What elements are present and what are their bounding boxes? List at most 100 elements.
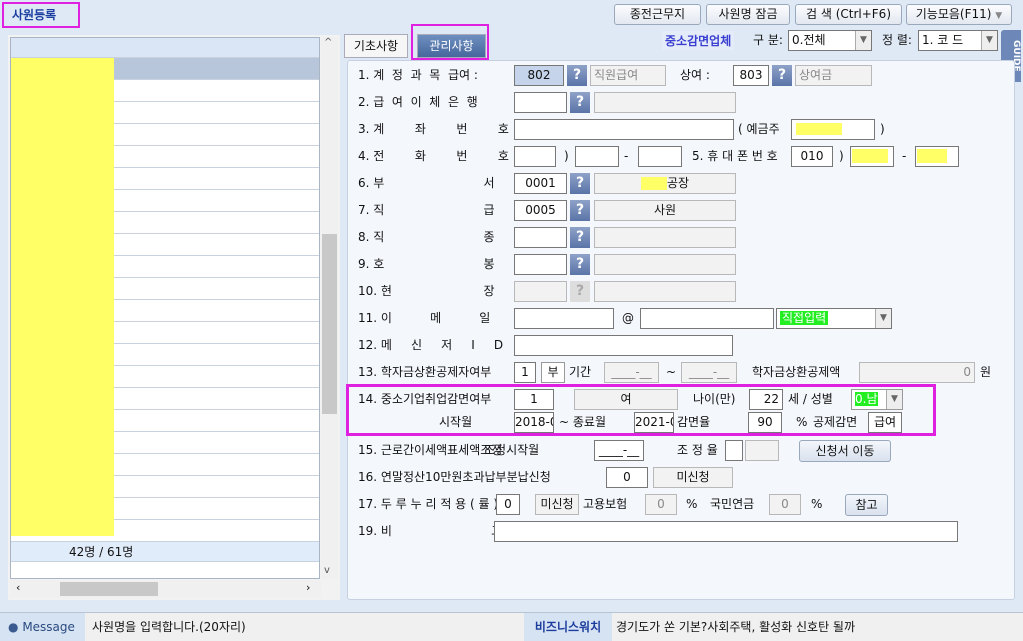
site-label: 10. 현 장 xyxy=(358,284,495,298)
reduction-rate-input[interactable]: 90 xyxy=(748,412,782,433)
scroll-up-icon[interactable]: ^ xyxy=(324,37,332,48)
age-label: 나이(만) xyxy=(693,392,736,406)
deduction-input[interactable]: 급여 xyxy=(868,412,902,433)
employment-insurance-input[interactable]: 0 xyxy=(645,494,677,515)
sort-value: 1. 코 드 xyxy=(922,33,964,47)
lock-name-button[interactable]: 사원명 잠금 xyxy=(706,4,790,25)
move-application-button[interactable]: 신청서 이동 xyxy=(799,440,891,462)
horizontal-scrollbar[interactable]: ‹ › xyxy=(10,580,321,598)
management-form xyxy=(347,60,1015,600)
adjust-start-input[interactable]: ____-__ xyxy=(594,440,644,461)
grid-header xyxy=(11,38,319,58)
status-bar: ● Message 사원명을 입력합니다.(20자리) 비즈니스워치 경기도가 … xyxy=(0,612,1023,641)
gubun-value: 0.전체 xyxy=(792,33,826,47)
step-input[interactable] xyxy=(514,254,567,275)
email-user-input[interactable] xyxy=(514,308,614,329)
email-label: 11. 이 메 일 xyxy=(358,311,491,325)
start-month-input[interactable]: 2018-07 xyxy=(514,412,554,433)
start-month-label: 시작월 xyxy=(439,415,473,429)
remarks-label: 19. 비 고 xyxy=(358,524,503,538)
help-icon[interactable]: ? xyxy=(570,92,590,113)
employee-list-panel: 42명 / 61명 ^ v ‹ › xyxy=(8,35,340,600)
help-icon[interactable]: ? xyxy=(570,200,590,221)
messenger-input[interactable] xyxy=(514,335,733,356)
redacted xyxy=(640,177,667,190)
pension-input[interactable]: 0 xyxy=(769,494,801,515)
chevron-down-icon[interactable]: ▼ xyxy=(981,31,997,50)
tab-management[interactable]: 관리사항 xyxy=(417,34,486,58)
sex-select[interactable]: 0.남 ▼ xyxy=(851,389,903,410)
bank-name xyxy=(594,92,736,113)
bonus-label: 상여 : xyxy=(680,68,710,82)
sort-select[interactable]: 1. 코 드 ▼ xyxy=(918,30,998,51)
remarks-input[interactable] xyxy=(494,521,958,542)
department-code[interactable]: 0001 xyxy=(514,173,567,194)
chat-icon: ● xyxy=(8,620,19,634)
mobile-mid-input[interactable] xyxy=(850,146,894,167)
sort-label: 정 렬: xyxy=(882,33,912,47)
bonus-account-code[interactable]: 803 xyxy=(733,65,769,86)
help-icon[interactable]: ? xyxy=(570,227,590,248)
salary-account-code[interactable]: 802 xyxy=(514,65,564,86)
help-icon[interactable]: ? xyxy=(772,65,792,86)
previous-workplace-button[interactable]: 종전근무지 xyxy=(614,4,701,25)
loan-from-input[interactable]: ____-__ xyxy=(604,362,659,383)
job-type-input[interactable] xyxy=(514,227,567,248)
employee-grid[interactable]: 42명 / 61명 xyxy=(10,37,320,579)
email-domain-input[interactable] xyxy=(640,308,774,329)
email-domain-select[interactable]: 직접입력 ▼ xyxy=(776,308,892,329)
step-label: 9. 호 봉 xyxy=(358,257,495,271)
installment-label: 16. 연말정산10만원초과납부분납신청 xyxy=(358,470,551,484)
sex-value: 0.남 xyxy=(855,392,878,406)
end-month-label: ~ 종료월 xyxy=(559,415,606,429)
news-ticker[interactable]: 경기도가 쏜 기본?사회주택, 활성화 신호탄 될까 xyxy=(616,613,855,641)
bank-code-input[interactable] xyxy=(514,92,567,113)
bonus-account-name: 상여금 xyxy=(795,65,872,86)
scroll-thumb[interactable] xyxy=(322,234,337,414)
durunuri-text: 미신청 xyxy=(535,494,579,515)
adjust-rate-input[interactable] xyxy=(725,440,743,461)
student-loan-flag[interactable]: 1 xyxy=(514,362,536,383)
account-number-input[interactable] xyxy=(514,119,734,140)
redacted xyxy=(852,149,888,163)
loan-to-input[interactable]: ____-__ xyxy=(681,362,737,383)
help-icon[interactable]: ? xyxy=(570,254,590,275)
loan-amount-label: 학자금상환공제액 xyxy=(752,365,841,379)
tab-basic[interactable]: 기초사항 xyxy=(344,34,408,58)
search-button[interactable]: 검 색 (Ctrl+F6) xyxy=(795,4,902,25)
mobile-last-input[interactable] xyxy=(915,146,959,167)
sme-reduction-flag[interactable]: 1 xyxy=(514,389,554,410)
chevron-down-icon[interactable]: ▼ xyxy=(855,31,871,50)
scroll-right-icon[interactable]: › xyxy=(306,581,310,594)
installment-input[interactable]: 0 xyxy=(606,467,648,488)
adjust-rate-label: 조 정 율 xyxy=(677,443,718,457)
redacted-names xyxy=(11,58,114,536)
mobile-prefix-input[interactable]: 010 xyxy=(791,146,833,167)
rank-code[interactable]: 0005 xyxy=(514,200,567,221)
durunuri-input[interactable]: 0 xyxy=(496,494,520,515)
student-loan-flag-text: 부 xyxy=(541,362,565,383)
end-month-input[interactable]: 2021-07 xyxy=(634,412,674,433)
deduction-label: 공제감면 xyxy=(813,415,858,429)
scroll-down-icon[interactable]: v xyxy=(324,565,330,576)
chevron-down-icon[interactable]: ▼ xyxy=(886,390,902,409)
department-name-text: 공장 xyxy=(666,176,690,190)
phone-mid-input[interactable] xyxy=(575,146,619,167)
at-sign: @ xyxy=(622,311,634,325)
chevron-down-icon[interactable]: ▼ xyxy=(875,309,891,328)
help-icon[interactable]: ? xyxy=(570,173,590,194)
sme-reduction-text: 여 xyxy=(574,389,678,410)
gubun-select[interactable]: 0.전체 ▼ xyxy=(788,30,872,51)
hscroll-thumb[interactable] xyxy=(60,582,158,596)
help-icon[interactable]: ? xyxy=(567,65,587,86)
message-tab[interactable]: ● Message xyxy=(0,613,85,641)
reference-button[interactable]: 참고 xyxy=(845,494,888,516)
percent: % xyxy=(796,415,808,429)
phone-last-input[interactable] xyxy=(638,146,682,167)
vertical-scrollbar[interactable]: ^ v xyxy=(321,37,338,579)
scroll-left-icon[interactable]: ‹ xyxy=(16,581,20,594)
age-input[interactable]: 22 xyxy=(749,389,783,410)
depositor-input[interactable] xyxy=(791,119,875,140)
phone-area-input[interactable] xyxy=(514,146,556,167)
functions-menu-button[interactable]: 기능모음(F11) ▼ xyxy=(906,4,1012,25)
